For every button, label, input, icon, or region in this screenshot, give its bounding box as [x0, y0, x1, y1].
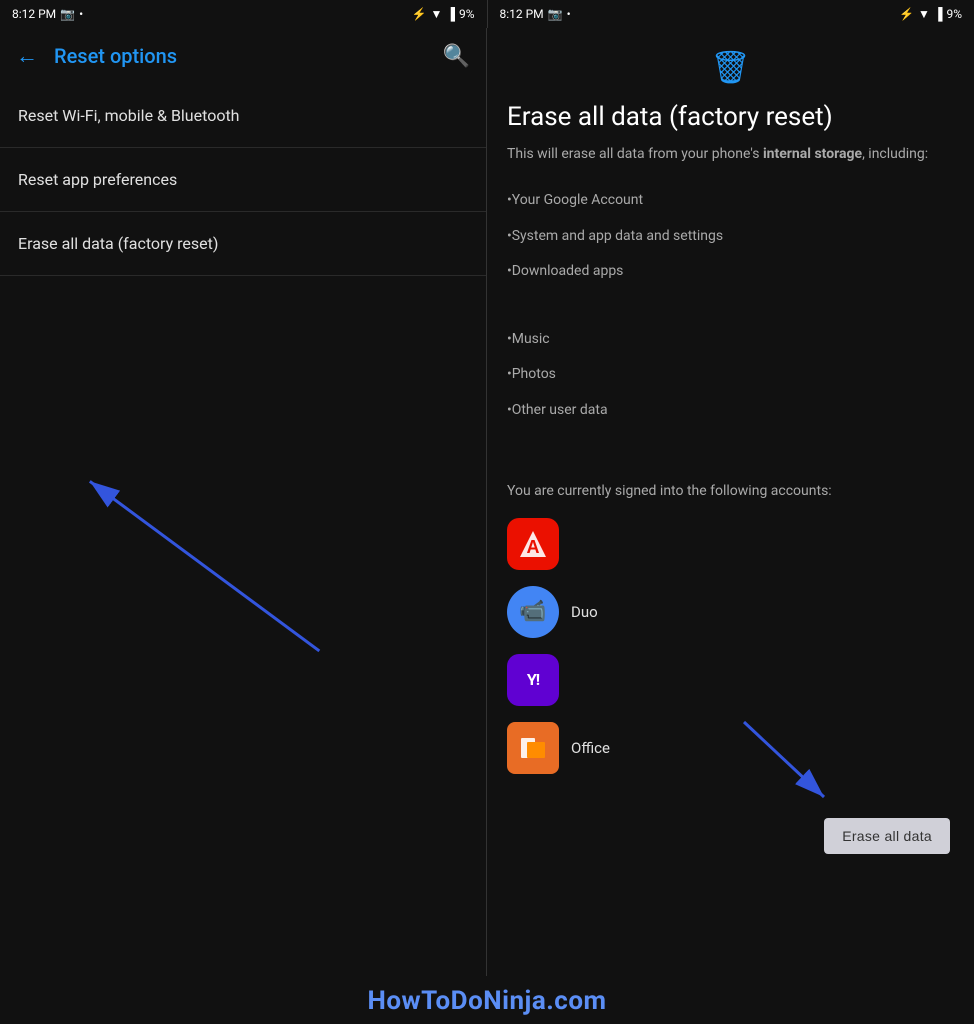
account-row-duo: 📹 Duo	[507, 586, 954, 638]
erase-title: Erase all data (factory reset)	[507, 102, 954, 132]
left-panel: ← Reset options 🔍 Reset Wi-Fi, mobile & …	[0, 28, 487, 976]
duo-icon: 📹	[507, 586, 559, 638]
erase-description: This will erase all data from your phone…	[507, 144, 954, 165]
list-item-photos: •Photos	[507, 357, 954, 393]
right-signal-icon: ▐	[934, 7, 943, 21]
menu-item-wifi[interactable]: Reset Wi-Fi, mobile & Bluetooth	[0, 84, 486, 148]
trash-icon: 🗑	[710, 48, 751, 86]
right-dot: •	[567, 7, 571, 21]
menu-item-factory-reset[interactable]: Erase all data (factory reset)	[0, 212, 486, 276]
right-panel: 🗑 Erase all data (factory reset) This wi…	[487, 28, 974, 976]
desc-suffix: , including:	[862, 146, 928, 162]
right-bluetooth-icon: ⚡	[899, 7, 914, 21]
list-item-system: •System and app data and settings	[507, 219, 954, 255]
bottom-bar: Erase all data	[507, 810, 954, 862]
adobe-icon: A	[507, 518, 559, 570]
account-row-adobe: A	[507, 518, 954, 570]
office-icon	[507, 722, 559, 774]
watermark: HowToDoNinja.com	[0, 976, 974, 1024]
svg-text:A: A	[527, 537, 540, 557]
left-time: 8:12 PM	[12, 7, 56, 21]
left-wifi-icon: ▼	[431, 7, 443, 21]
left-annotation	[0, 276, 486, 976]
search-icon[interactable]: 🔍	[443, 44, 470, 69]
watermark-text: HowToDoNinja.com	[367, 986, 606, 1016]
menu-item-app-prefs[interactable]: Reset app preferences	[0, 148, 486, 212]
toolbar-title: Reset options	[54, 44, 427, 68]
yahoo-icon: Y!	[507, 654, 559, 706]
desc-bold: internal storage	[763, 146, 862, 162]
right-battery: 9%	[946, 7, 962, 21]
erase-list-media: •Music •Photos •Other user data	[507, 322, 954, 429]
erase-list: •Your Google Account •System and app dat…	[507, 183, 954, 290]
office-label: Office	[571, 739, 610, 757]
status-bar-left: 8:12 PM 📷 • ⚡ ▼ ▐ 9%	[0, 0, 488, 28]
erase-all-data-button[interactable]: Erase all data	[824, 818, 950, 854]
account-row-yahoo: Y!	[507, 654, 954, 706]
right-camera-icon: 📷	[548, 7, 563, 21]
account-row-office: Office	[507, 722, 954, 774]
main-content: ← Reset options 🔍 Reset Wi-Fi, mobile & …	[0, 28, 974, 976]
toolbar: ← Reset options 🔍	[0, 28, 486, 84]
accounts-text: You are currently signed into the follow…	[507, 481, 954, 502]
back-button[interactable]: ←	[16, 43, 38, 69]
list-item-apps: •Downloaded apps	[507, 254, 954, 290]
trash-icon-container: 🗑	[507, 48, 954, 86]
left-dot: •	[79, 7, 83, 21]
status-bar: 8:12 PM 📷 • ⚡ ▼ ▐ 9% 8:12 PM 📷 • ⚡ ▼ ▐ 9…	[0, 0, 974, 28]
left-signal-icon: ▐	[446, 7, 455, 21]
right-wifi-icon: ▼	[918, 7, 930, 21]
list-item-google: •Your Google Account	[507, 183, 954, 219]
duo-label: Duo	[571, 603, 598, 621]
desc-text: This will erase all data from your phone…	[507, 146, 763, 162]
list-item-userdata: •Other user data	[507, 393, 954, 429]
left-camera-icon: 📷	[60, 7, 75, 21]
left-bluetooth-icon: ⚡	[412, 7, 427, 21]
list-item-music: •Music	[507, 322, 954, 358]
status-bar-right: 8:12 PM 📷 • ⚡ ▼ ▐ 9%	[488, 0, 974, 28]
left-battery: 9%	[459, 7, 475, 21]
right-time: 8:12 PM	[500, 7, 544, 21]
